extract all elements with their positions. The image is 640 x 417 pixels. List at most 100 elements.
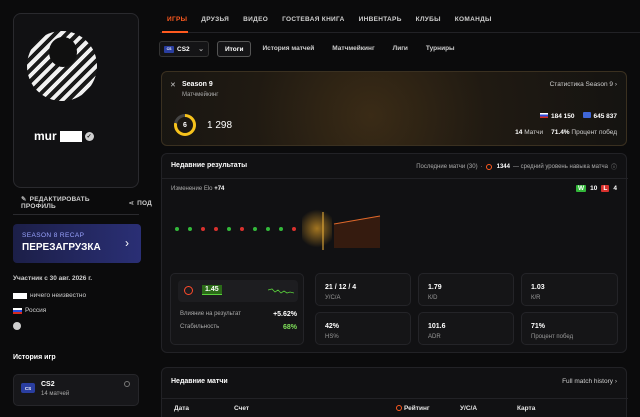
season-title: Season 9 (182, 81, 213, 88)
loss-dot (240, 227, 244, 231)
win-dot (175, 227, 179, 231)
russia-flag-icon (540, 112, 548, 118)
world-rank: 645 837 (582, 112, 617, 120)
divider (13, 214, 139, 215)
season-icon: ✕ (170, 82, 176, 89)
results-meta: Последние матчи (30) · 1344 — средний ур… (416, 162, 617, 171)
tab-video[interactable]: ВИДЕО (236, 12, 275, 27)
tab-games[interactable]: ИГРЫ (160, 12, 194, 27)
avatar[interactable] (27, 31, 97, 101)
game-matches: 14 матчей (41, 391, 70, 397)
season-card: ✕ Season 9 Матчмейкинг Статистика Season… (161, 71, 627, 146)
share-button[interactable]: ⋖ ПОД (128, 199, 152, 207)
game-selector[interactable]: CS CS2 ⌄ (159, 41, 209, 57)
loss-dot (214, 227, 218, 231)
skill-level-badge: 6 (174, 114, 196, 136)
win-badge: W (576, 185, 587, 192)
ign-info: ничего неизвестно (13, 292, 86, 299)
member-since: Участник с 30 авг. 2026 г. (13, 275, 93, 282)
info-icon[interactable]: ⓘ (611, 162, 617, 171)
globe-icon (582, 112, 591, 118)
share-icon: ⋖ (128, 199, 135, 207)
tab-clubs[interactable]: КЛУБЫ (409, 12, 448, 27)
stat-hs: 42% HS% (315, 312, 411, 345)
season-stats-link[interactable]: Статистика Season 9 › (550, 81, 617, 88)
tab-guestbook[interactable]: ГОСТЕВАЯ КНИГА (275, 12, 352, 27)
chevron-right-icon: › (614, 378, 617, 385)
stat-winrate: 71% Процент побед (521, 312, 618, 345)
impact-icon (184, 286, 193, 295)
subtab-leagues[interactable]: Лиги (386, 41, 415, 57)
rating-icon (396, 405, 402, 411)
verified-icon: ✓ (84, 131, 94, 141)
win-dot (266, 227, 270, 231)
profile-sidebar: mur ✓ ✎ РЕДАКТИРОВАТЬ ПРОФИЛЬ ⋖ ПОД SEASON… (0, 0, 152, 417)
impact-value: 1.45 (202, 285, 222, 295)
nav-divider (160, 32, 640, 33)
col-kda[interactable]: У/С/А (460, 405, 477, 412)
active-tab-indicator (162, 31, 188, 33)
cs2-logo-icon: CS (21, 383, 35, 393)
season-mini-stats: 14 Матчи 71.4% Процент побед (515, 129, 617, 136)
season-mode: Матчмейкинг (182, 92, 219, 98)
impact-box: 1.45 Влияние на результат +5.62% Стабильн… (170, 273, 304, 345)
game-subtabs: Итоги История матчей Матчмейкинг Лиги Ту… (217, 41, 462, 57)
info-icon[interactable] (124, 381, 130, 387)
stat-kr: 1.03 К/R (521, 273, 618, 306)
result-dots (175, 227, 296, 231)
loss-dot (201, 227, 205, 231)
matches-table-header: Дата Счет Рейтинг У/С/А Карта (162, 398, 628, 417)
recap-subtitle: SEASON 8 RECAP (22, 232, 85, 239)
profile-actions: ✎ РЕДАКТИРОВАТЬ ПРОФИЛЬ ⋖ ПОД (21, 195, 152, 210)
profile-tabs: ИГРЫ ДРУЗЬЯ ВИДЕО ГОСТЕВАЯ КНИГА ИНВЕНТА… (160, 12, 499, 27)
results-title: Недавние результаты (171, 162, 248, 169)
tab-inventory[interactable]: ИНВЕНТАРЬ (352, 12, 409, 27)
rankings: 184 150 645 837 (540, 112, 617, 120)
stat-kd: 1.79 К/D (418, 273, 514, 306)
recent-matches-panel: Недавние матчи Full match history › Дата… (161, 367, 628, 417)
elo-value: 1 298 (207, 120, 233, 131)
subtab-match-history[interactable]: История матчей (255, 41, 321, 57)
recap-title: ПЕРЕЗАГРУЗКА (22, 242, 101, 253)
pencil-icon: ✎ (21, 196, 27, 203)
col-score[interactable]: Счет (234, 405, 249, 412)
col-date[interactable]: Дата (174, 405, 189, 412)
country: Россия (13, 307, 46, 314)
chevron-right-icon: › (125, 236, 129, 250)
chevron-down-icon: ⌄ (198, 46, 204, 53)
subtab-tournaments[interactable]: Турниры (419, 41, 462, 57)
elo-graph (322, 212, 381, 250)
recent-results-panel: Недавние результаты Последние матчи (30)… (161, 153, 628, 353)
recent-matches-title: Недавние матчи (171, 378, 228, 385)
steam-icon[interactable] (13, 322, 21, 330)
skill-icon (485, 163, 492, 170)
win-loss: W 10 L4 (576, 185, 617, 192)
col-map[interactable]: Карта (517, 405, 535, 412)
loss-badge: L (601, 185, 610, 192)
game-name: CS2 (41, 381, 55, 388)
redacted-name (13, 292, 27, 299)
subtab-matchmaking[interactable]: Матчмейкинг (325, 41, 381, 57)
season-recap-banner[interactable]: SEASON 8 RECAP ПЕРЕЗАГРУЗКА › (13, 224, 141, 263)
game-history-title: История игр (13, 354, 56, 361)
sparkline (268, 288, 294, 294)
win-dot (279, 227, 283, 231)
tab-friends[interactable]: ДРУЗЬЯ (194, 12, 236, 27)
edit-profile-button[interactable]: ✎ РЕДАКТИРОВАТЬ ПРОФИЛЬ (21, 195, 118, 210)
win-dot (227, 227, 231, 231)
stat-adr: 101.6 ADR (418, 312, 514, 345)
win-dot (188, 227, 192, 231)
win-dot (253, 227, 257, 231)
tab-teams[interactable]: КОМАНДЫ (448, 12, 499, 27)
full-history-link[interactable]: Full match history › (562, 378, 617, 385)
russia-flag-icon (13, 307, 22, 314)
loss-dot (292, 227, 296, 231)
cs2-logo-icon: CS (164, 45, 174, 53)
game-history-card[interactable]: CS CS2 14 матчей (13, 374, 139, 406)
chevron-right-icon: › (614, 81, 617, 88)
col-rating[interactable]: Рейтинг (396, 405, 430, 412)
stat-kda: 21 / 12 / 4 У/С/А (315, 273, 411, 306)
nickname: mur ✓ (34, 129, 94, 143)
country-rank: 184 150 (540, 112, 575, 120)
subtab-summary[interactable]: Итоги (217, 41, 252, 57)
